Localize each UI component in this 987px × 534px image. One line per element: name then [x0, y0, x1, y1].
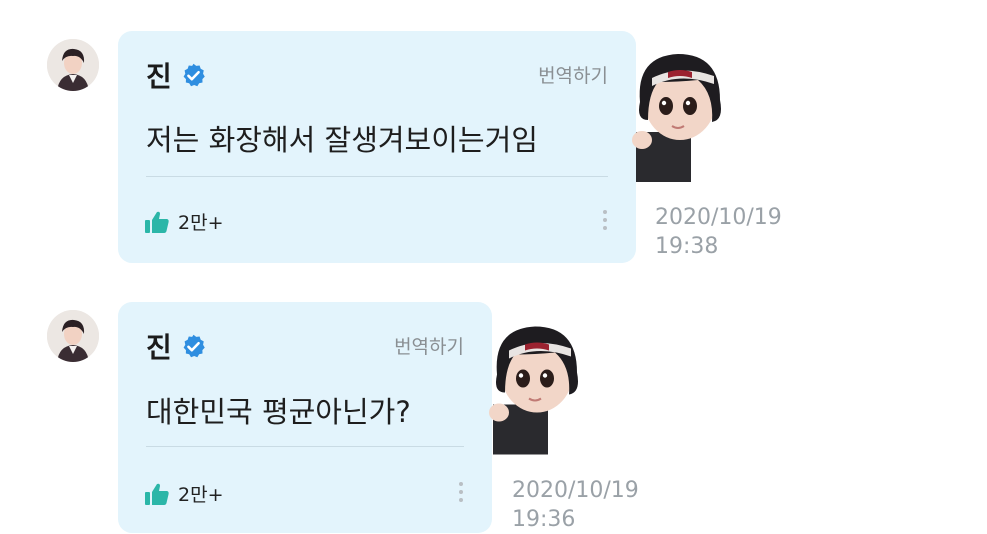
- timestamp-time: 19:38: [655, 234, 719, 259]
- comment-bubble: 진 번역하기 저는 화장해서 잘생겨보이는거임 2만+: [118, 31, 636, 263]
- author-row: 진: [146, 326, 207, 366]
- timestamp-time: 19:36: [512, 507, 576, 532]
- divider: [146, 446, 464, 447]
- like-count: 2만+: [178, 484, 224, 506]
- timestamp-date: 2020/10/19: [512, 478, 639, 503]
- thumbs-up-icon: [145, 483, 169, 505]
- avatar[interactable]: [47, 310, 99, 362]
- comment-bubble: 진 번역하기 대한민국 평균아닌가? 2만+: [118, 302, 492, 533]
- like-button[interactable]: 2만+: [144, 208, 224, 235]
- more-options-button[interactable]: [602, 210, 608, 234]
- translate-button[interactable]: 번역하기: [394, 332, 464, 359]
- like-count: 2만+: [178, 212, 224, 234]
- comment-2: 진 번역하기 대한민국 평균아닌가? 2만+ 2020/10/19 19:36: [0, 280, 987, 533]
- author-row: 진: [146, 55, 207, 95]
- timestamp: 2020/10/19 19:38: [655, 203, 782, 261]
- timestamp-date: 2020/10/19: [655, 205, 782, 230]
- character-sticker: [632, 54, 721, 182]
- author-name[interactable]: 진: [146, 55, 172, 95]
- more-options-button[interactable]: [458, 482, 464, 506]
- verified-badge-icon: [183, 334, 205, 357]
- like-button[interactable]: 2만+: [144, 480, 224, 507]
- translate-button[interactable]: 번역하기: [538, 61, 608, 88]
- thumbs-up-icon: [145, 211, 169, 233]
- comment-1: 진 번역하기 저는 화장해서 잘생겨보이는거임 2만+ 2020/10/19 1…: [0, 0, 987, 280]
- timestamp: 2020/10/19 19:36: [512, 476, 639, 534]
- character-sticker: [489, 326, 578, 455]
- comment-text: 대한민국 평균아닌가?: [146, 395, 411, 429]
- divider: [146, 176, 608, 177]
- avatar[interactable]: [47, 39, 99, 91]
- verified-badge-icon: [183, 63, 205, 86]
- comment-text: 저는 화장해서 잘생겨보이는거임: [146, 123, 538, 157]
- author-name[interactable]: 진: [146, 326, 172, 366]
